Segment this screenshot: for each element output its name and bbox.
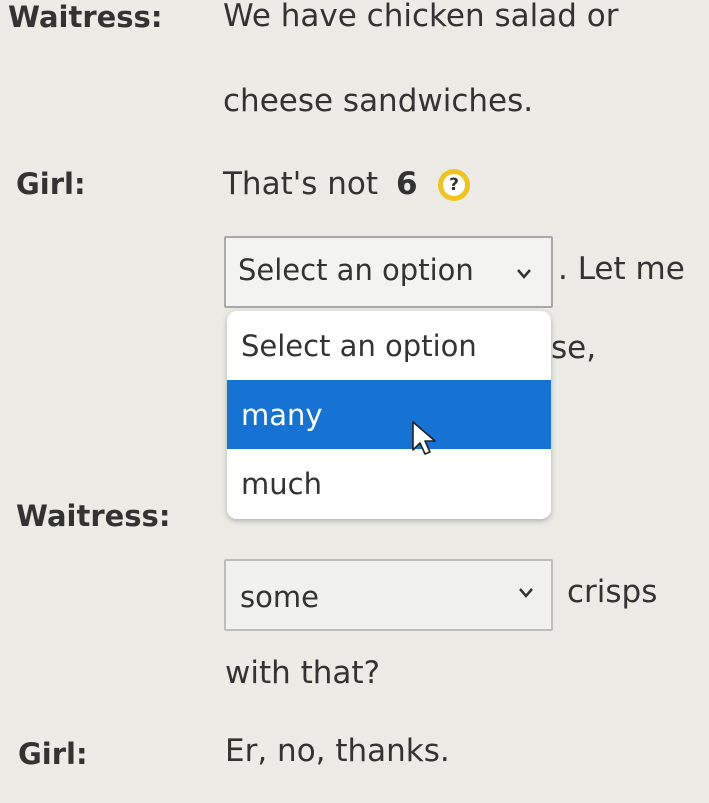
answer-select-1[interactable]: Select an option xyxy=(224,236,553,308)
answer-select-2[interactable]: some xyxy=(224,559,553,631)
select-value: Select an option xyxy=(238,253,474,287)
dialogue-line-partial: se, xyxy=(551,330,597,366)
select-value: some xyxy=(240,580,319,614)
mouse-cursor-icon xyxy=(412,421,436,455)
speaker-label-girl: Girl: xyxy=(16,167,86,201)
question-icon: ? xyxy=(443,174,465,196)
dialogue-line: with that? xyxy=(225,655,381,691)
select-dropdown-list: Select an option many much xyxy=(227,311,551,519)
dialogue-line: crisps xyxy=(567,574,658,610)
dropdown-option-many[interactable]: many xyxy=(227,380,551,449)
dropdown-option-placeholder[interactable]: Select an option xyxy=(227,311,551,380)
dialogue-line: . Let me xyxy=(558,251,685,287)
dialogue-line: We have chicken salad or xyxy=(223,0,619,34)
dropdown-option-much[interactable]: much xyxy=(227,449,551,518)
question-number: 6 xyxy=(396,166,418,202)
help-button[interactable]: ? xyxy=(438,169,470,201)
chevron-down-icon xyxy=(519,588,533,598)
dialogue-line: cheese sandwiches. xyxy=(223,83,534,119)
speaker-label-waitress: Waitress: xyxy=(16,499,171,533)
dialogue-line: Er, no, thanks. xyxy=(225,733,450,769)
chevron-down-icon xyxy=(517,269,531,279)
speaker-label-girl: Girl: xyxy=(18,737,88,771)
speaker-label-waitress: Waitress: xyxy=(8,0,163,34)
dialogue-line: That's not xyxy=(223,166,379,202)
